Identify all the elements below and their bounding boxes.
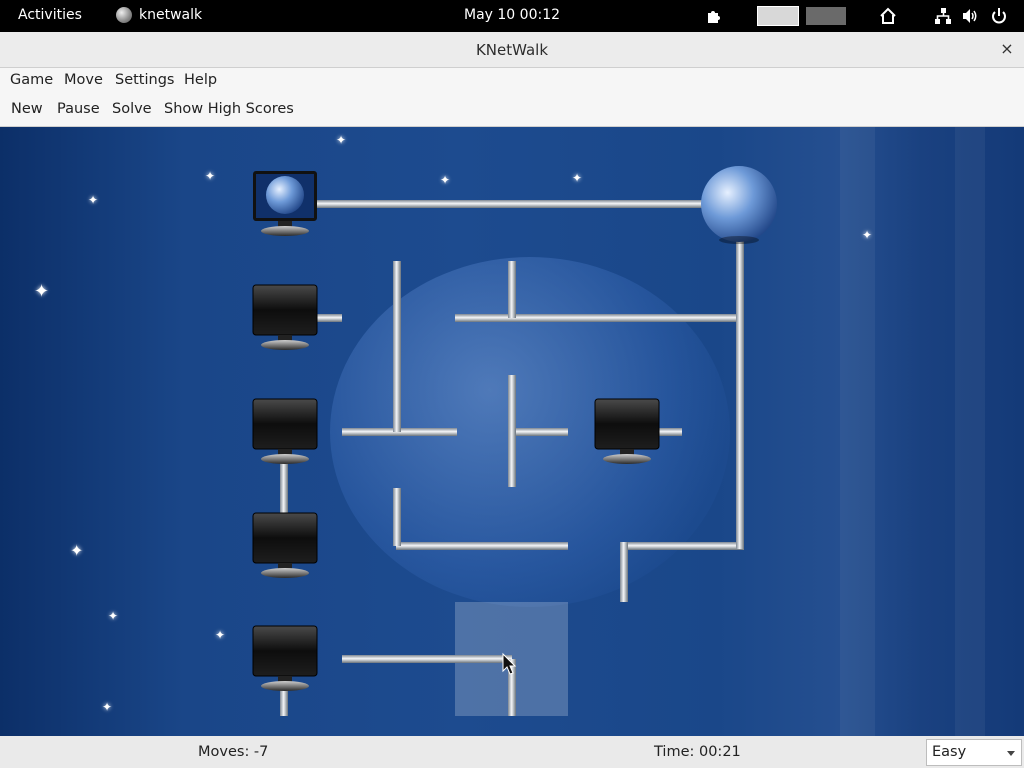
terminal-node[interactable] xyxy=(594,398,660,464)
status-bar: Moves: -7 Time: 00:21 Easy xyxy=(0,736,1024,768)
cable[interactable] xyxy=(280,461,288,517)
knetwalk-app-icon xyxy=(116,7,132,23)
power-icon[interactable] xyxy=(990,7,1008,25)
cable[interactable] xyxy=(280,690,288,716)
show-high-scores-button[interactable]: Show High Scores xyxy=(164,101,294,117)
puzzle-extension-icon[interactable] xyxy=(705,7,723,25)
cable[interactable] xyxy=(396,542,568,550)
clock[interactable]: May 10 00:12 xyxy=(464,7,560,23)
close-window-button[interactable]: × xyxy=(998,40,1016,58)
cable[interactable] xyxy=(393,488,401,546)
menu-move-label: Move xyxy=(64,72,103,88)
cable[interactable] xyxy=(512,428,568,436)
network-board[interactable] xyxy=(0,127,1024,736)
terminal-node[interactable] xyxy=(252,284,318,350)
new-game-button[interactable]: New xyxy=(11,101,43,117)
window-titlebar: KNetWalk × xyxy=(0,32,1024,68)
terminal-node[interactable] xyxy=(252,512,318,578)
cable[interactable] xyxy=(508,261,516,318)
app-menu[interactable]: knetwalk xyxy=(116,7,202,23)
workspace-2[interactable] xyxy=(806,7,846,25)
cable[interactable] xyxy=(393,261,401,432)
activities-button[interactable]: Activities xyxy=(18,7,82,23)
server-node[interactable] xyxy=(701,166,777,244)
moves-counter: Moves: -7 xyxy=(198,744,269,760)
cable[interactable] xyxy=(620,542,744,550)
elapsed-time: Time: 00:21 xyxy=(654,744,741,760)
app-name: knetwalk xyxy=(139,7,203,23)
cable[interactable] xyxy=(455,314,740,322)
terminal-node[interactable] xyxy=(252,398,318,464)
menubar: Game Move Settings Help xyxy=(0,68,1024,93)
terminal-node[interactable] xyxy=(252,625,318,691)
cable[interactable] xyxy=(342,655,512,663)
menu-help[interactable]: Help xyxy=(184,72,217,88)
toolbar: New Pause Solve Show High Scores xyxy=(0,93,1024,127)
system-top-bar: Activities knetwalk May 10 00:12 xyxy=(0,0,1024,32)
menu-game[interactable]: Game xyxy=(10,72,53,88)
cable[interactable] xyxy=(316,200,706,208)
game-board[interactable]: ✦ ✦ ✦ ✦ ✦ ✦ ✦ ✦ ✦ ✦ ✦ xyxy=(0,127,1024,736)
difficulty-select[interactable]: Easy xyxy=(926,739,1022,766)
cable[interactable] xyxy=(316,314,342,322)
chevron-down-icon xyxy=(1007,751,1015,756)
menu-move[interactable]: Move xyxy=(64,72,103,88)
difficulty-value: Easy xyxy=(932,744,967,760)
menu-settings[interactable]: Settings xyxy=(115,72,174,88)
terminal-node-connected[interactable] xyxy=(253,171,317,236)
cable[interactable] xyxy=(508,375,516,487)
window-title: KNetWalk xyxy=(475,41,549,59)
menu-settings-label: Settings xyxy=(115,72,175,88)
menu-game-label: Game xyxy=(10,72,54,88)
network-icon[interactable] xyxy=(934,7,952,25)
pause-button[interactable]: Pause xyxy=(57,101,100,117)
cable[interactable] xyxy=(736,232,744,549)
home-icon[interactable] xyxy=(879,7,897,25)
workspace-1[interactable] xyxy=(757,6,799,26)
solve-button[interactable]: Solve xyxy=(112,101,152,117)
cable[interactable] xyxy=(620,542,628,602)
menu-help-label: Help xyxy=(184,72,218,88)
volume-icon[interactable] xyxy=(961,7,979,25)
